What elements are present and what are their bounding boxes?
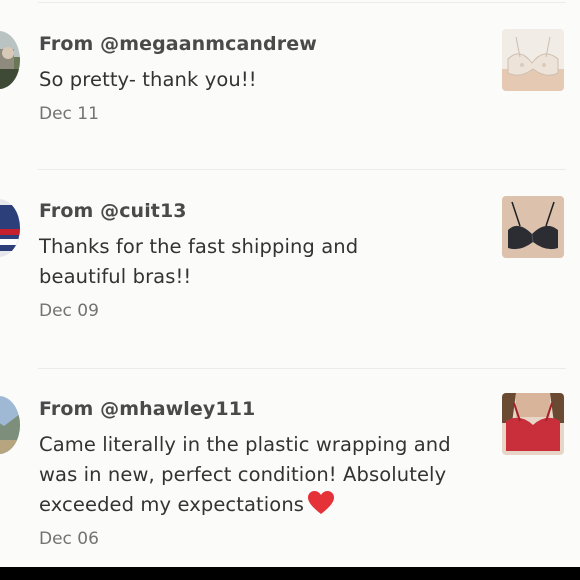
review-comment-text: Came literally in the plastic wrapping a… <box>39 433 451 516</box>
avatar-image <box>0 396 20 454</box>
review-comment: Came literally in the plastic wrapping a… <box>39 430 484 524</box>
review-item: From @mhawley111 Came literally in the p… <box>0 0 580 567</box>
product-thumbnail[interactable] <box>502 393 564 455</box>
user-avatar[interactable] <box>0 396 20 454</box>
red-bralette-image <box>502 393 564 455</box>
review-username[interactable]: From @mhawley111 <box>39 398 255 420</box>
review-date: Dec 06 <box>39 529 99 549</box>
red-heart-icon <box>308 491 335 524</box>
reviews-screen: From @megaanmcandrew So pretty- thank yo… <box>0 0 580 567</box>
